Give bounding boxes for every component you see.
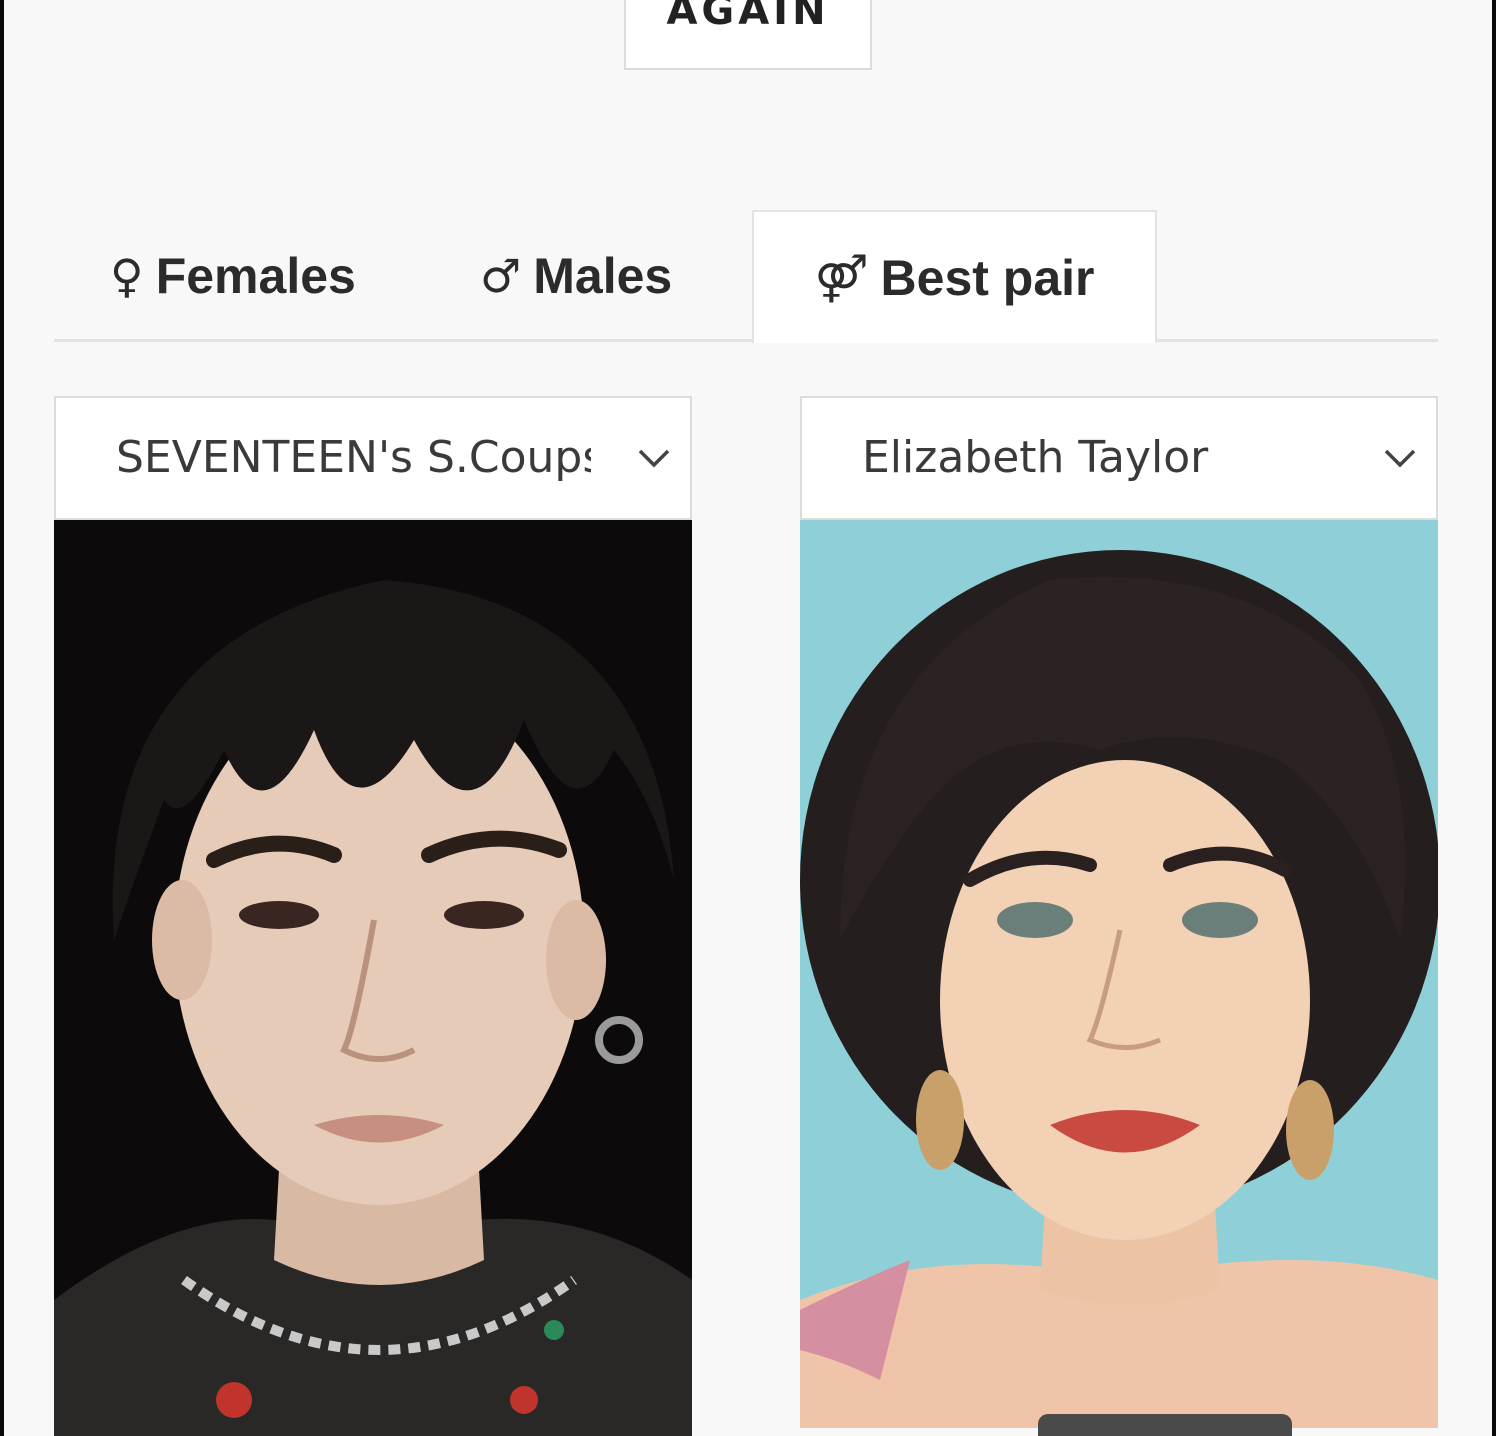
gender-tabs: ♀ Females ♂ Males ⚤ Best pair <box>54 210 1438 343</box>
chevron-down-icon <box>638 449 670 468</box>
left-person-value: SEVENTEEN's S.Coups <box>116 432 591 483</box>
tooltip <box>1038 1414 1292 1436</box>
left-person-photo <box>54 520 692 1436</box>
again-button[interactable]: AGAIN <box>624 0 872 70</box>
pair-symbol-icon: ⚤ <box>814 250 869 305</box>
male-symbol-icon: ♂ <box>480 249 522 303</box>
page-frame: AGAIN ♀ Females ♂ Males ⚤ Best pair SEVE… <box>4 0 1492 1436</box>
female-symbol-icon: ♀ <box>110 249 144 303</box>
tab-best-pair[interactable]: ⚤ Best pair <box>752 210 1157 343</box>
right-person-photo <box>800 520 1438 1428</box>
again-button-label: AGAIN <box>666 0 830 34</box>
chevron-down-icon <box>1384 449 1416 468</box>
tab-females-label: Females <box>155 248 356 304</box>
right-person-value: Elizabeth Taylor <box>862 432 1209 483</box>
tab-best-pair-label: Best pair <box>880 249 1095 306</box>
tab-females[interactable]: ♀ Females <box>110 210 356 342</box>
tab-males[interactable]: ♂ Males <box>480 210 672 342</box>
left-person-select[interactable]: SEVENTEEN's S.Coups <box>54 396 692 520</box>
tab-males-label: Males <box>533 248 673 304</box>
right-person-select[interactable]: Elizabeth Taylor <box>800 396 1438 520</box>
